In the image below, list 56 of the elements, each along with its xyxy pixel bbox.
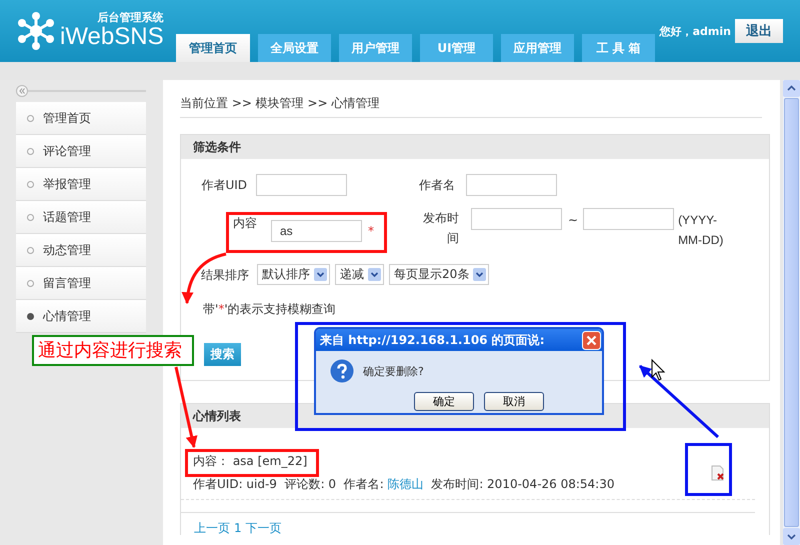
highlight-box bbox=[685, 443, 732, 496]
field-label: 作者UID bbox=[200, 177, 247, 192]
dialog-button[interactable]: 取消 bbox=[484, 392, 544, 411]
close-icon[interactable] bbox=[582, 330, 601, 350]
nav-tab[interactable]: 管理首页 bbox=[176, 34, 250, 62]
panel-title: 筛选条件 bbox=[181, 135, 769, 159]
range-separator: ~ bbox=[568, 213, 578, 228]
dialog-button[interactable]: 确定 bbox=[414, 392, 474, 411]
scrollbar-thumb[interactable] bbox=[784, 98, 799, 527]
breadcrumb: 当前位置 >> 模块管理 >> 心情管理 bbox=[180, 80, 762, 118]
input-field[interactable] bbox=[466, 174, 557, 196]
greeting-text: 您好，admin bbox=[660, 24, 731, 38]
dropdown[interactable]: 默认排序 bbox=[257, 264, 330, 285]
dialog-message: 确定要删除? bbox=[363, 364, 424, 378]
sidebar-item[interactable]: 举报管理 bbox=[16, 168, 146, 201]
sidebar-item[interactable]: 留言管理 bbox=[16, 267, 146, 300]
annotation-arrow bbox=[182, 252, 226, 304]
pager-link[interactable]: 上一页 bbox=[194, 521, 230, 535]
pager-link[interactable]: 下一页 bbox=[246, 521, 282, 535]
entry-content: 内容： asa [em_22] bbox=[193, 454, 308, 469]
delete-icon[interactable] bbox=[710, 465, 725, 481]
logo-title: iWebSNS bbox=[60, 24, 164, 50]
input-field[interactable] bbox=[256, 174, 347, 196]
chevron-icon bbox=[473, 268, 486, 281]
input-field[interactable] bbox=[471, 208, 562, 230]
collapse-icon[interactable] bbox=[16, 85, 28, 97]
entry-meta: 作者UID: uid-9 评论数: 0 作者名: 陈德山 发布时间: 2010-04-26 08:54:30 bbox=[193, 477, 614, 492]
logout-button[interactable]: 退出 bbox=[735, 19, 783, 43]
question-icon bbox=[330, 359, 354, 383]
format-hint: (YYYY-MM-DD) bbox=[678, 212, 724, 249]
annotation-callout: 通过内容进行搜索 bbox=[32, 335, 194, 366]
dropdown[interactable]: 每页显示20条 bbox=[389, 264, 490, 285]
logo-subtitle: 后台管理系统 bbox=[98, 12, 164, 24]
input-field[interactable]: as bbox=[271, 220, 362, 242]
field-label: 内容 bbox=[232, 215, 257, 230]
logo-icon bbox=[16, 11, 56, 51]
input-field[interactable] bbox=[583, 208, 674, 230]
chevron-icon bbox=[314, 268, 327, 281]
dropdown[interactable]: 递减 bbox=[335, 264, 384, 285]
required-mark: * bbox=[368, 224, 374, 239]
scroll-up-icon[interactable] bbox=[783, 80, 800, 97]
field-label: 作者名 bbox=[418, 177, 455, 192]
sidebar-item[interactable]: 话题管理 bbox=[16, 201, 146, 234]
sidebar-item[interactable]: 管理首页 bbox=[16, 102, 146, 135]
chevron-icon bbox=[368, 268, 381, 281]
author-link[interactable]: 陈德山 bbox=[388, 477, 424, 491]
field-label: 结果排序 bbox=[200, 268, 249, 282]
sidebar-item[interactable]: 评论管理 bbox=[16, 135, 146, 168]
dialog-title: 来自 http://192.168.1.106 的页面说: bbox=[320, 332, 544, 348]
field-label: 发布时间 bbox=[422, 210, 459, 247]
sidebar-item[interactable]: 动态管理 bbox=[16, 234, 146, 267]
hint-text: 带'*'的表示支持模糊查询 bbox=[203, 302, 337, 316]
cursor-icon bbox=[652, 358, 666, 381]
pager-link[interactable]: 1 bbox=[234, 521, 242, 535]
sidebar-item[interactable]: 心情管理 bbox=[16, 300, 146, 333]
scroll-down-icon[interactable] bbox=[783, 528, 800, 545]
